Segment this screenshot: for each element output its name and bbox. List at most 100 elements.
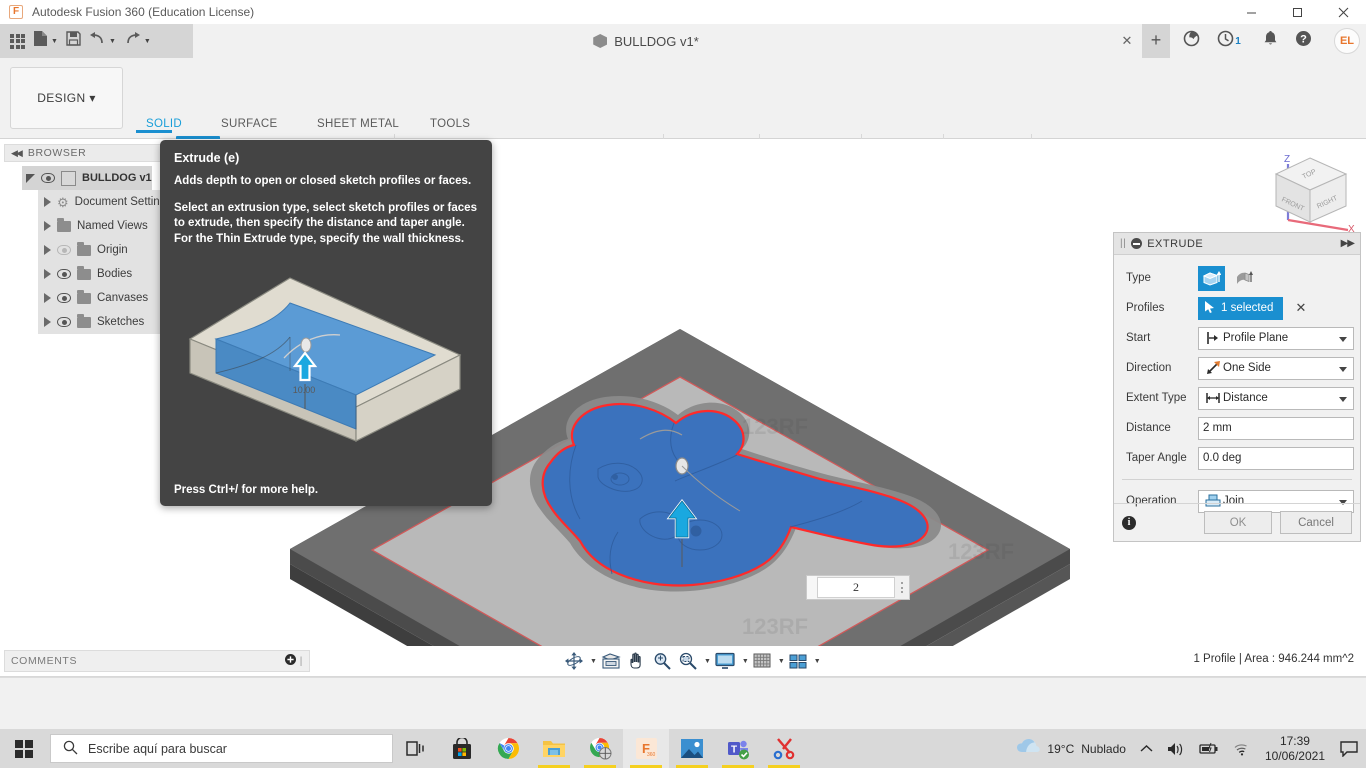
help-button[interactable]: ? bbox=[1288, 24, 1318, 58]
distance-value-field[interactable]: 2 bbox=[817, 577, 895, 598]
display-settings-button[interactable] bbox=[712, 648, 738, 674]
action-center-button[interactable] bbox=[1333, 729, 1366, 768]
zoom-window-button[interactable] bbox=[675, 648, 700, 674]
browser-item-bulldog[interactable]: BULLDOG v1 bbox=[22, 166, 152, 190]
fusion360-icon[interactable]: F 360 bbox=[623, 729, 669, 768]
task-view-button[interactable] bbox=[393, 729, 439, 768]
minimize-button[interactable] bbox=[1228, 0, 1274, 24]
visibility-eye-icon[interactable] bbox=[57, 317, 71, 327]
comments-resize-grip[interactable]: | bbox=[300, 656, 303, 667]
distance-input[interactable]: 2 mm bbox=[1198, 416, 1354, 440]
windows-start-button[interactable] bbox=[0, 729, 48, 768]
expander-closed-icon[interactable] bbox=[44, 269, 51, 279]
chevron-down-icon[interactable]: ▼ bbox=[704, 658, 711, 665]
tab-tools[interactable]: TOOLS bbox=[430, 118, 470, 130]
comments-panel[interactable]: COMMENTS | bbox=[4, 650, 310, 672]
tab-surface[interactable]: SURFACE bbox=[221, 118, 277, 130]
expander-closed-icon[interactable] bbox=[44, 317, 51, 327]
expander-open-icon[interactable] bbox=[26, 173, 35, 183]
document-tab[interactable]: BULLDOG v1* bbox=[346, 24, 946, 58]
expander-closed-icon[interactable] bbox=[44, 245, 51, 255]
taper-angle-input[interactable]: 0.0 deg bbox=[1198, 446, 1354, 470]
chevron-down-icon[interactable]: ▼ bbox=[590, 658, 597, 665]
browser-item-label: Document Settings bbox=[74, 196, 172, 208]
undo-button[interactable]: ▼ bbox=[85, 28, 120, 54]
expander-closed-icon[interactable] bbox=[44, 197, 51, 207]
browser-item-named-views[interactable]: Named Views bbox=[38, 214, 173, 238]
google-chrome-icon[interactable] bbox=[485, 729, 531, 768]
expander-closed-icon[interactable] bbox=[44, 221, 51, 231]
minimize-icon[interactable] bbox=[1131, 238, 1143, 249]
snipping-tool-icon[interactable] bbox=[761, 729, 807, 768]
look-at-button[interactable] bbox=[598, 648, 624, 674]
grid-snaps-button[interactable] bbox=[750, 648, 774, 674]
wifi-button[interactable] bbox=[1226, 729, 1257, 768]
expand-right-icon[interactable]: ▶▶ bbox=[1341, 238, 1355, 249]
collapse-left-icon[interactable]: ◀◀ bbox=[11, 148, 23, 159]
job-status-button[interactable] bbox=[1176, 24, 1206, 58]
chevron-down-icon[interactable] bbox=[1339, 366, 1347, 372]
file-explorer-icon[interactable] bbox=[531, 729, 577, 768]
cancel-button[interactable]: Cancel bbox=[1280, 511, 1352, 534]
visibility-eye-icon[interactable] bbox=[57, 269, 71, 279]
add-comment-icon[interactable] bbox=[284, 654, 296, 668]
profiles-selection-button[interactable]: 1 selected bbox=[1198, 296, 1284, 320]
photos-icon[interactable] bbox=[669, 729, 715, 768]
chevron-down-icon[interactable] bbox=[1339, 396, 1347, 402]
visibility-eye-icon[interactable] bbox=[41, 173, 55, 183]
input-options-icon[interactable] bbox=[895, 582, 909, 593]
dialog-grip[interactable]: || bbox=[1120, 238, 1126, 249]
visibility-eye-icon[interactable] bbox=[57, 245, 71, 255]
workspace-switcher[interactable]: DESIGN ▾ bbox=[10, 67, 123, 129]
tab-sheet-metal[interactable]: SHEET METAL bbox=[317, 118, 399, 130]
notifications-history-button[interactable]: 1 bbox=[1208, 24, 1250, 58]
visibility-eye-icon[interactable] bbox=[57, 293, 71, 303]
browser-item-origin[interactable]: Origin bbox=[38, 238, 173, 262]
save-button[interactable] bbox=[62, 28, 85, 54]
browser-item-document-settings[interactable]: ⚙ Document Settings bbox=[38, 190, 173, 214]
battery-button[interactable] bbox=[1192, 729, 1226, 768]
show-hidden-icons-button[interactable] bbox=[1133, 729, 1160, 768]
canvas-distance-input[interactable]: 2 bbox=[806, 575, 910, 600]
expander-closed-icon[interactable] bbox=[44, 293, 51, 303]
browser-item-bodies[interactable]: Bodies bbox=[38, 262, 173, 286]
tab-solid[interactable]: SOLID bbox=[146, 118, 182, 130]
ok-button[interactable]: OK bbox=[1204, 511, 1272, 534]
redo-button[interactable]: ▼ bbox=[120, 28, 155, 54]
clear-profiles-button[interactable]: ✕ bbox=[1295, 300, 1306, 316]
close-document-tab-button[interactable]: ✕ bbox=[1118, 32, 1136, 50]
chevron-down-icon[interactable] bbox=[1339, 336, 1347, 342]
info-icon[interactable]: i bbox=[1122, 515, 1136, 530]
browser-item-sketches[interactable]: Sketches bbox=[38, 310, 173, 334]
maximize-button[interactable] bbox=[1274, 0, 1320, 24]
type-thin-button[interactable] bbox=[1231, 266, 1258, 291]
microsoft-teams-icon[interactable]: T bbox=[715, 729, 761, 768]
weather-widget[interactable]: 19°C Nublado bbox=[1009, 729, 1133, 768]
start-dropdown[interactable]: Profile Plane bbox=[1198, 326, 1354, 350]
new-file-button[interactable]: ▼ bbox=[29, 28, 62, 54]
chevron-down-icon[interactable]: ▼ bbox=[778, 658, 785, 665]
volume-button[interactable] bbox=[1160, 729, 1192, 768]
viewcube[interactable]: Z X TOP FRONT RIGHT bbox=[1262, 146, 1358, 235]
notifications-button[interactable] bbox=[1255, 24, 1285, 58]
taskbar-search-box[interactable]: Escribe aquí para buscar bbox=[50, 734, 393, 763]
direction-dropdown[interactable]: One Side bbox=[1198, 356, 1354, 380]
extent-type-dropdown[interactable]: Distance bbox=[1198, 386, 1354, 410]
close-button[interactable] bbox=[1320, 0, 1366, 24]
app-grid-button[interactable] bbox=[6, 28, 29, 54]
taskbar-clock[interactable]: 17:39 10/06/2021 bbox=[1257, 734, 1333, 764]
redo-icon bbox=[124, 31, 141, 51]
chevron-down-icon[interactable]: ▼ bbox=[814, 658, 821, 665]
type-solid-button[interactable] bbox=[1198, 265, 1225, 291]
user-avatar[interactable]: EL bbox=[1334, 28, 1360, 54]
input-grip-handle[interactable] bbox=[807, 576, 817, 599]
orbit-button[interactable] bbox=[562, 648, 586, 674]
chrome-app-icon[interactable] bbox=[577, 729, 623, 768]
viewports-button[interactable] bbox=[786, 648, 810, 674]
microsoft-store-icon[interactable] bbox=[439, 729, 485, 768]
chevron-down-icon[interactable]: ▼ bbox=[742, 658, 749, 665]
new-document-tab-button[interactable]: + bbox=[1142, 24, 1170, 58]
pan-button[interactable] bbox=[625, 648, 649, 674]
browser-item-canvases[interactable]: Canvases bbox=[38, 286, 173, 310]
zoom-button[interactable] bbox=[650, 648, 674, 674]
